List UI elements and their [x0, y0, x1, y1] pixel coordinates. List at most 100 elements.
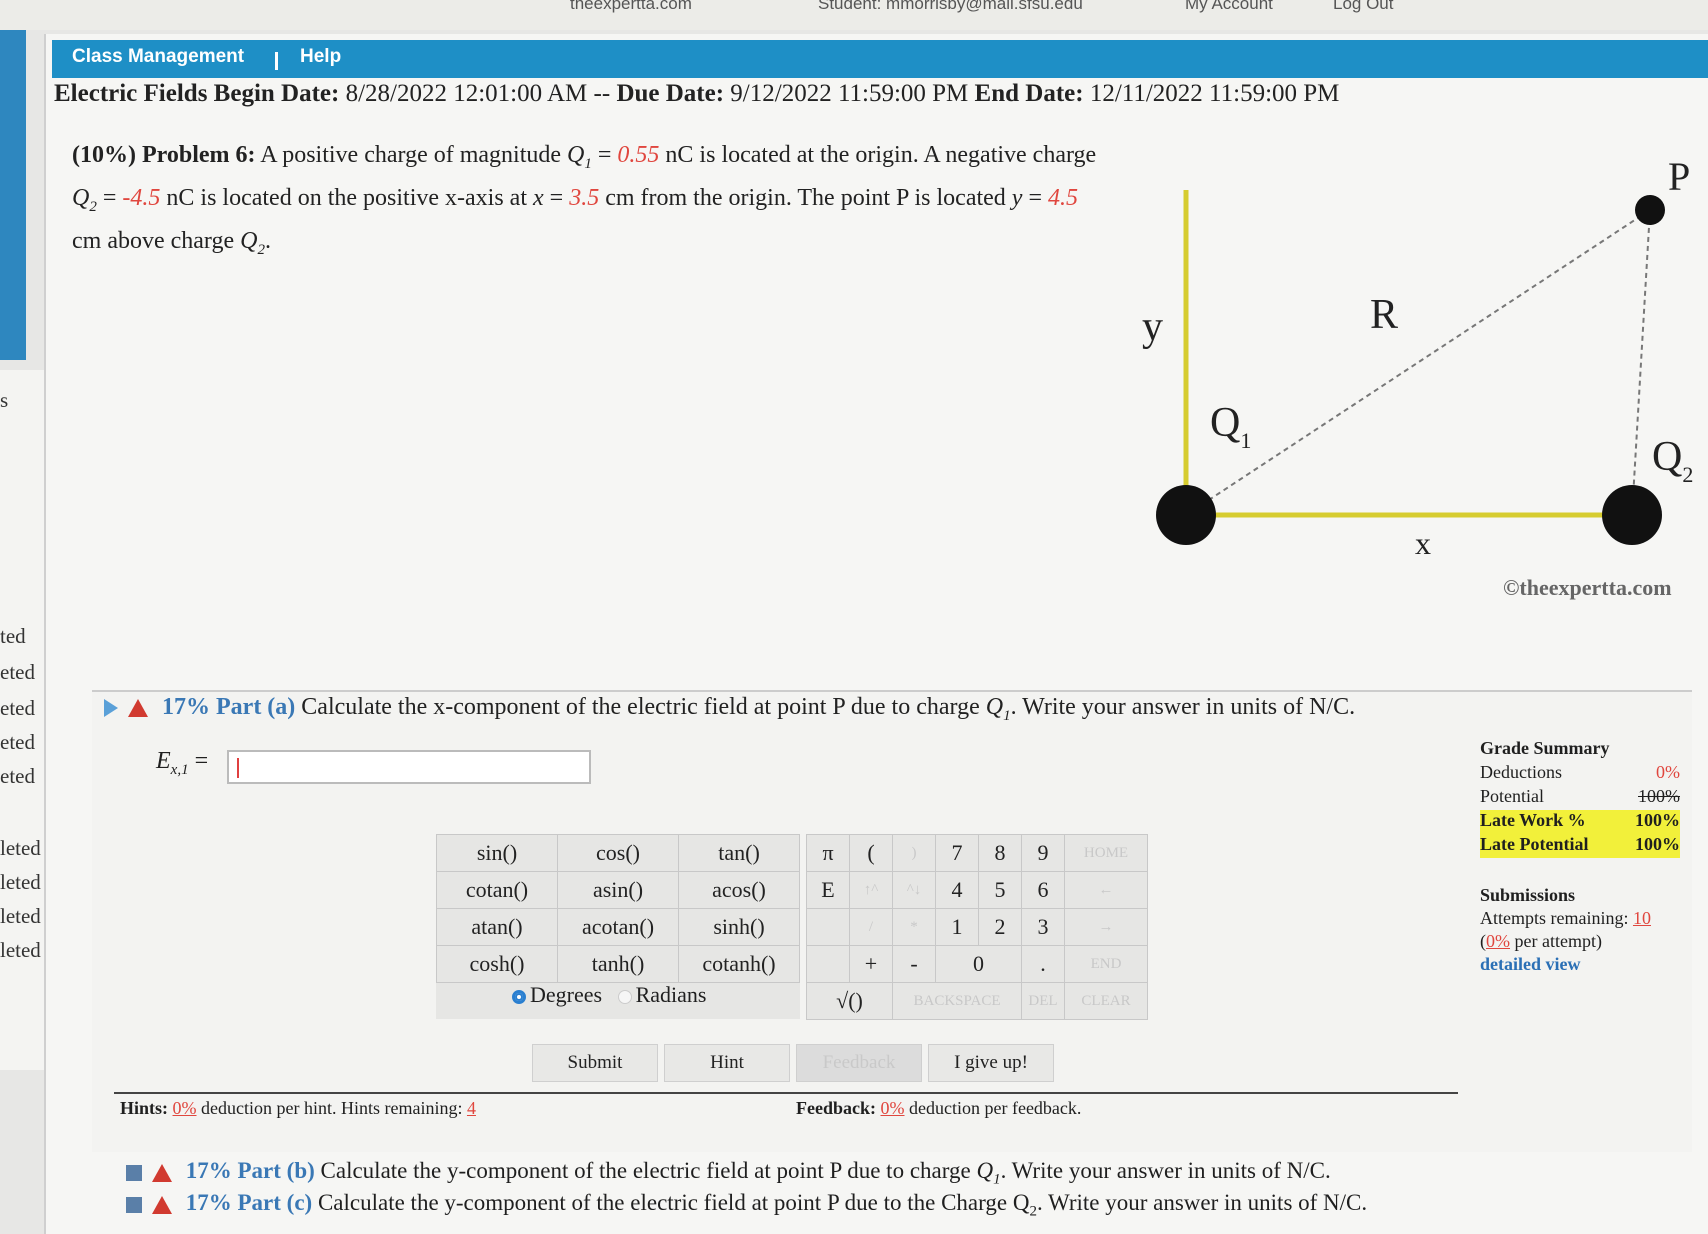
- part-c-question[interactable]: 17% Part (c) Calculate the y-component o…: [126, 1190, 1367, 1221]
- key-6[interactable]: 6: [1021, 871, 1065, 909]
- empty-key: [806, 945, 850, 983]
- key-2[interactable]: 2: [978, 908, 1022, 946]
- hint-button[interactable]: Hint: [664, 1044, 790, 1082]
- detailed-view-link[interactable]: detailed view: [1480, 953, 1651, 976]
- acotan-button[interactable]: acotan(): [557, 908, 679, 946]
- q2-charge: [1602, 485, 1662, 545]
- part-b-charge: Q1: [976, 1158, 1001, 1188]
- help-link[interactable]: Help: [300, 46, 341, 68]
- del-button[interactable]: DEL: [1021, 982, 1065, 1020]
- part-a-label: Part (a): [216, 694, 296, 720]
- grade-summary-title: Grade Summary: [1480, 738, 1610, 758]
- copyright: ©theexpertta.com: [1503, 575, 1672, 600]
- sqrt-button[interactable]: √(): [806, 982, 893, 1020]
- part-c-label: Part (c): [237, 1190, 313, 1215]
- sidebar-item[interactable]: leted: [0, 904, 41, 929]
- begin-date: 8/28/2022 12:01:00 AM: [345, 80, 588, 107]
- cosh-button[interactable]: cosh(): [436, 945, 558, 983]
- feedback-info: Feedback: 0% deduction per feedback.: [796, 1098, 1081, 1119]
- submissions-title: Submissions: [1480, 885, 1576, 905]
- y-label: y: [1142, 304, 1163, 350]
- submit-button[interactable]: Submit: [532, 1044, 658, 1082]
- give-up-button[interactable]: I give up!: [928, 1044, 1054, 1082]
- degrees-radio[interactable]: [512, 989, 526, 1004]
- warning-icon: [152, 1163, 172, 1182]
- minus-button[interactable]: -: [892, 945, 936, 983]
- sidebar-item[interactable]: leted: [0, 836, 41, 861]
- divide-button[interactable]: /: [849, 908, 893, 946]
- grade-summary: Grade Summary Deductions 0% Potential 100%…: [1480, 738, 1680, 858]
- atan-button[interactable]: atan(): [436, 908, 558, 946]
- attempts-row: Attempts remaining: 10: [1480, 908, 1651, 928]
- sinh-button[interactable]: sinh(): [678, 908, 800, 946]
- class-management-link[interactable]: Class Management: [72, 46, 244, 68]
- late-work-row: Late Work % 100%: [1480, 810, 1680, 834]
- radians-radio[interactable]: [617, 989, 632, 1004]
- key-4[interactable]: 4: [935, 871, 979, 909]
- plus-button[interactable]: +: [849, 945, 893, 983]
- sidebar-item[interactable]: eted: [0, 764, 35, 789]
- q1-value: 0.55: [617, 142, 660, 168]
- key-5[interactable]: 5: [978, 871, 1022, 909]
- sidebar-item[interactable]: eted: [0, 696, 35, 721]
- q2-symbol: Q2: [72, 184, 97, 215]
- sidebar-item[interactable]: eted: [0, 660, 35, 685]
- sidebar-item[interactable]: eted: [0, 730, 35, 755]
- key-7[interactable]: 7: [935, 834, 979, 872]
- clear-button[interactable]: CLEAR: [1064, 982, 1148, 1020]
- assignment-name: Electric Fields: [54, 80, 208, 107]
- tan-button[interactable]: tan(): [678, 834, 800, 872]
- sidebar-item[interactable]: leted: [0, 870, 41, 895]
- period: .: [264, 227, 271, 254]
- sidebar-item[interactable]: leted: [0, 938, 41, 963]
- left-arrow-button[interactable]: ←: [1064, 871, 1148, 909]
- problem-weight: (10%): [72, 142, 136, 168]
- site-link[interactable]: theexpertta.com: [570, 0, 692, 14]
- down-caret-button[interactable]: ^↓: [892, 871, 936, 909]
- number-keypad: π ( ) 7 8 9 HOME E ↑^ ^↓ 4 5 6 ← / * 1 2…: [806, 834, 1148, 1020]
- radians-label: Radians: [635, 982, 707, 1007]
- key-8[interactable]: 8: [978, 834, 1022, 872]
- collapse-icon[interactable]: [126, 1164, 142, 1181]
- close-paren-button[interactable]: ): [892, 834, 936, 872]
- open-paren-button[interactable]: (: [849, 834, 893, 872]
- up-caret-button[interactable]: ↑^: [849, 871, 893, 909]
- part-b-text: Calculate the y-component of the electri…: [320, 1158, 971, 1183]
- r-line: [1185, 209, 1651, 516]
- p-label: P: [1668, 154, 1690, 199]
- per-attempt-row: (0% per attempt): [1480, 931, 1602, 951]
- key-3[interactable]: 3: [1021, 908, 1065, 946]
- cos-button[interactable]: cos(): [557, 834, 679, 872]
- home-button[interactable]: HOME: [1064, 834, 1148, 872]
- backspace-button[interactable]: BACKSPACE: [892, 982, 1022, 1020]
- sin-button[interactable]: sin(): [436, 834, 558, 872]
- answer-input[interactable]: [227, 750, 591, 784]
- end-button[interactable]: END: [1064, 945, 1148, 983]
- multiply-button[interactable]: *: [892, 908, 936, 946]
- equals: =: [597, 142, 612, 168]
- feedback-button[interactable]: Feedback: [796, 1044, 922, 1082]
- asin-button[interactable]: asin(): [557, 871, 679, 909]
- equals: =: [1028, 184, 1042, 211]
- sidebar-item[interactable]: s: [0, 388, 8, 413]
- logout-link[interactable]: Log Out: [1333, 0, 1394, 14]
- sidebar-item[interactable]: ted: [0, 624, 26, 649]
- tanh-button[interactable]: tanh(): [557, 945, 679, 983]
- pi-button[interactable]: π: [806, 834, 850, 872]
- part-c-percent: 17%: [185, 1190, 232, 1215]
- key-1[interactable]: 1: [935, 908, 979, 946]
- part-a-text: Calculate the x-component of the electri…: [301, 694, 980, 720]
- part-a-question: 17% Part (a) Calculate the x-component o…: [104, 694, 1355, 725]
- play-icon[interactable]: [104, 699, 118, 718]
- acos-button[interactable]: acos(): [678, 871, 800, 909]
- key-9[interactable]: 9: [1021, 834, 1065, 872]
- e-button[interactable]: E: [806, 871, 850, 909]
- cotan-button[interactable]: cotan(): [436, 871, 558, 909]
- cotanh-button[interactable]: cotanh(): [678, 945, 800, 983]
- key-0[interactable]: 0: [935, 945, 1022, 983]
- decimal-button[interactable]: .: [1021, 945, 1065, 983]
- collapse-icon[interactable]: [126, 1196, 142, 1213]
- part-b-question[interactable]: 17% Part (b) Calculate the y-component o…: [126, 1158, 1331, 1189]
- my-account-link[interactable]: My Account: [1185, 0, 1273, 14]
- right-arrow-button[interactable]: →: [1064, 908, 1148, 946]
